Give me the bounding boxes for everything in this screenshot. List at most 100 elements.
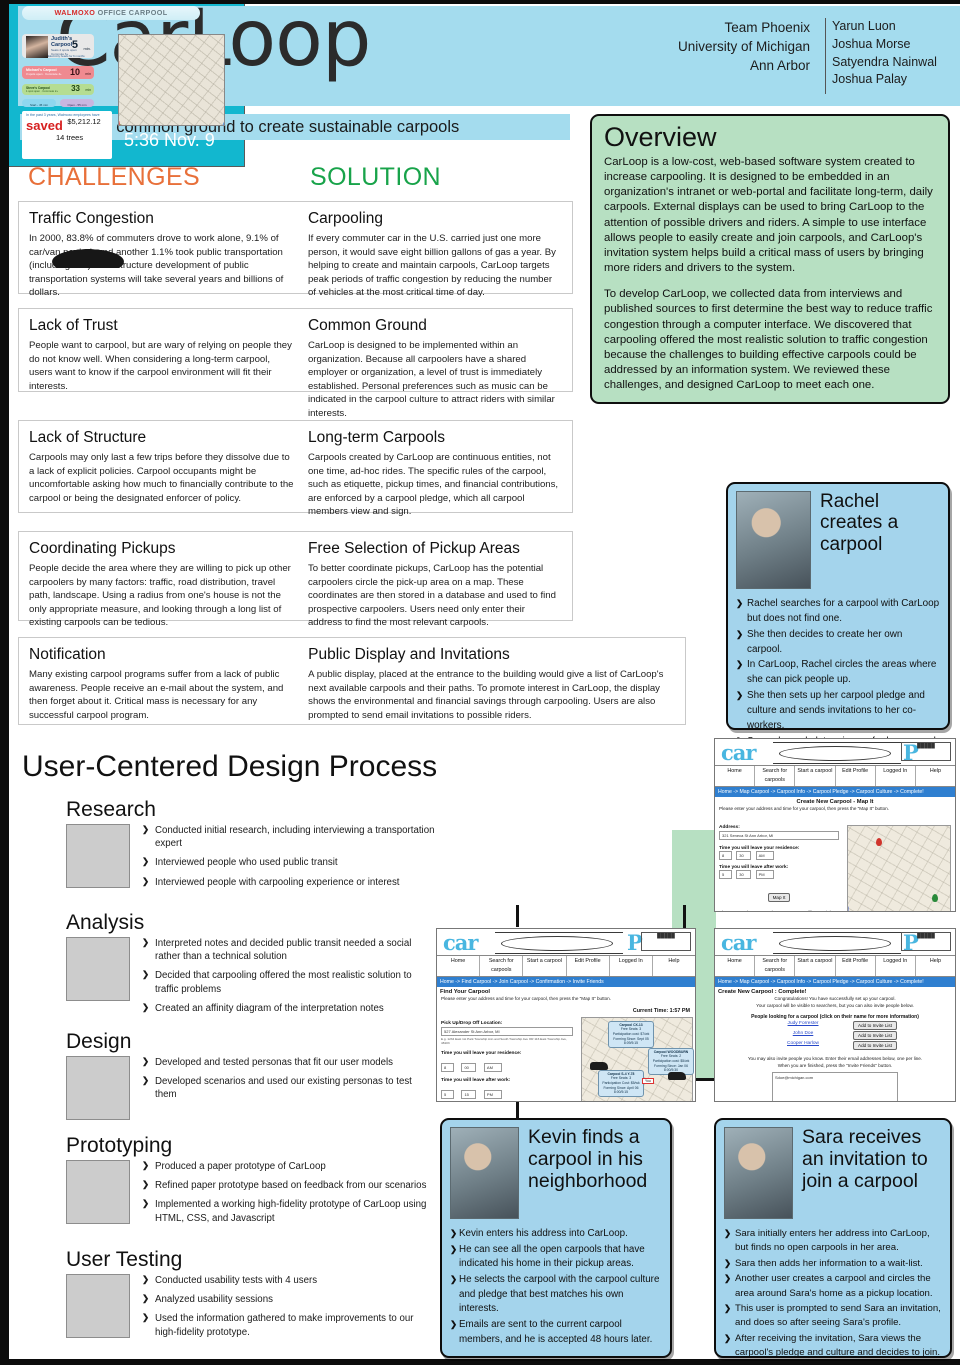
nav-logged-in[interactable]: Logged In [876,956,916,976]
email-addresses-textarea[interactable]: Sdoe@michigan.com [772,1071,898,1101]
display-carpool-card-1: Judith's Carpool Seats 2 spots open Comm… [22,34,94,58]
leave-residence-hour[interactable]: 8 [719,850,732,860]
user-testing-photo [66,1274,130,1338]
breadcrumb[interactable]: Home -> Find Carpool -> Join Carpool -> … [437,977,695,987]
nav-search-carpools[interactable]: Search for carpools [480,956,524,976]
leave-work-hour[interactable]: 5 [441,1089,454,1099]
ucd-phase-analysis: Analysis Interpreted notes and decided p… [66,911,436,1021]
nav-home[interactable]: Home [715,956,756,976]
nav-start-carpool[interactable]: Start a carpool [795,956,836,976]
callout3-times: 8:00/5:15 [613,1090,629,1095]
success-line-1: Congratulations! You have successfully s… [774,996,896,1001]
phase-bullets: Produced a paper prototype of CarLoop Re… [142,1160,436,1231]
nav-start-carpool[interactable]: Start a carpool [523,956,567,976]
loop-icon [773,742,901,764]
persona-header: Rachel creates a carpool [736,491,940,589]
leave-work-hour[interactable]: 5 [719,869,732,879]
challenge-body: Carpools may only last a few trips befor… [29,452,294,504]
address-map[interactable] [847,824,951,911]
nav-edit-profile[interactable]: Edit Profile [836,956,876,976]
persona-title: Sara receives an invitation to join a ca… [802,1126,928,1192]
nav-help[interactable]: Help [916,956,955,976]
connector-stub-left [683,905,686,929]
carpool-results-map[interactable]: Carpool CX-13 Free Seats: 3 Participatio… [581,1016,694,1101]
card2-unit: min [85,72,91,76]
site-nav[interactable]: Home Search for carpools Start a carpool… [715,766,955,787]
persona-title: Rachel creates a carpool [820,491,899,555]
nav-home[interactable]: Home [715,766,756,786]
map-it-button[interactable]: Map It [767,892,791,902]
ucd-phase-research: Research Conducted initial research, inc… [66,798,436,895]
list-item: Emails are sent to the current carpool m… [450,1318,662,1347]
persona-card-kevin: Kevin finds a carpool in his neighborhoo… [440,1118,672,1358]
display-savings-card: In the past 3 years, Walmoxo employees h… [22,111,130,268]
breadcrumb[interactable]: Home -> Map Carpool -> Carpool Info -> C… [715,977,955,987]
phase-row: Conducted usability tests with 4 users A… [66,1274,436,1345]
list-item: Sara then adds her information to a wait… [724,1257,942,1271]
solution-body: CarLoop is designed to be implemented wi… [307,340,555,420]
callout1-cost: Participation cost: $7/wk [612,1032,650,1037]
cs-row-5: Notification Many existing carpool progr… [18,637,686,725]
list-item: Kevin enters his address into CarLoop. [450,1227,662,1242]
person-name[interactable]: Judy Forrester [773,1021,833,1030]
list-item: Conducted usability tests with 4 users [142,1274,436,1287]
team-city: Ann Arbor [749,58,810,74]
challenge-title: Lack of Structure [29,429,147,446]
carpool-callout-1[interactable]: Carpool CX-13 Free Seats: 3 Participatio… [608,1020,654,1048]
car-icon-2 [668,1071,686,1080]
nav-help[interactable]: Help [653,956,695,976]
cs-row-4: Coordinating Pickups People decide the a… [18,531,573,628]
nav-start-carpool[interactable]: Start a carpool [795,766,836,786]
challenge-title: Lack of Trust [29,317,118,334]
person-name[interactable]: John Doe [773,1031,833,1040]
nav-help[interactable]: Help [916,766,955,786]
list-item: Interpreted notes and decided public tra… [142,937,436,963]
pickup-hint: E.g. 1234 East 1st Park Township Ann and… [441,1036,567,1046]
carpool-callout-2[interactable]: Carpool WOODBURN Free Seats: 2 Participa… [648,1047,694,1075]
leave-residence-hour[interactable]: 8 [441,1062,454,1072]
list-item: He can see all the open carpools that ha… [450,1243,662,1272]
add-to-invite-list-button[interactable]: Add to Invite List [853,1040,897,1050]
nav-home[interactable]: Home [437,956,481,976]
header-divider [825,18,826,94]
leave-work-minute[interactable]: 30 [736,869,752,879]
leave-work-ampm[interactable]: PM [483,1089,502,1099]
address-input[interactable]: 321 Seneca St Ann Arbor, MI [719,830,839,840]
carpool-callout-3[interactable]: Carpool S-4 Y-78 Free Seats: 3 Participa… [598,1069,644,1097]
ucd-phase-prototyping: Prototyping Produced a paper prototype o… [66,1134,436,1231]
current-time: Current Time: 1:57 PM [632,1007,690,1014]
phase-row: Interpreted notes and decided public tra… [66,937,436,1021]
persona-card-rachel: Rachel creates a carpool Rachel searches… [726,482,950,747]
site-stamp: █████ [901,932,951,951]
leave-residence-ampm[interactable]: AM [755,850,774,860]
nav-logged-in[interactable]: Logged In [610,956,653,976]
breadcrumb[interactable]: Home -> Map Carpool -> Carpool Info -> C… [715,787,955,797]
nav-logged-in[interactable]: Logged In [876,766,916,786]
add-to-invite-list-button[interactable]: Add to Invite List [853,1030,897,1040]
challenge-title: Coordinating Pickups [29,540,176,557]
card1-time: 5 [71,39,78,51]
site-nav[interactable]: Home Search for carpools Start a carpool… [437,956,695,977]
leave-residence-minute[interactable]: 30 [736,850,752,860]
list-item: Developed scenarios and used our existin… [142,1075,436,1101]
leave-work-minute[interactable]: 15 [461,1089,477,1099]
nav-edit-profile[interactable]: Edit Profile [836,766,876,786]
display-route-map [118,34,225,126]
site-nav[interactable]: Home Search for carpools Start a carpool… [715,956,955,977]
persona-header: Kevin finds a carpool in his neighborhoo… [450,1126,662,1219]
add-to-invite-list-button[interactable]: Add to Invite List [853,1020,897,1030]
leave-residence-minute[interactable]: 00 [461,1062,477,1072]
poster-canvas: CarLoop Team Phoenix University of Michi… [0,0,960,1365]
pickup-location-input[interactable]: 527 Alexander St Ann Arbor, MI [441,1026,573,1036]
list-item: Refined paper prototype based on feedbac… [142,1179,436,1192]
nav-edit-profile[interactable]: Edit Profile [567,956,610,976]
nav-search-carpools[interactable]: Search for carpools [755,766,796,786]
phase-name: Analysis [66,911,145,934]
leave-residence-ampm[interactable]: AM [483,1062,502,1072]
person-name[interactable]: Cooper Harlow [773,1041,833,1050]
nav-search-carpools[interactable]: Search for carpools [755,956,796,976]
you-marker: You [642,1077,654,1084]
leave-work-ampm[interactable]: PM [755,869,774,879]
persona-bullets: Sara initially enters her address into C… [724,1227,942,1361]
list-item: Developed and tested personas that fit o… [142,1056,436,1069]
